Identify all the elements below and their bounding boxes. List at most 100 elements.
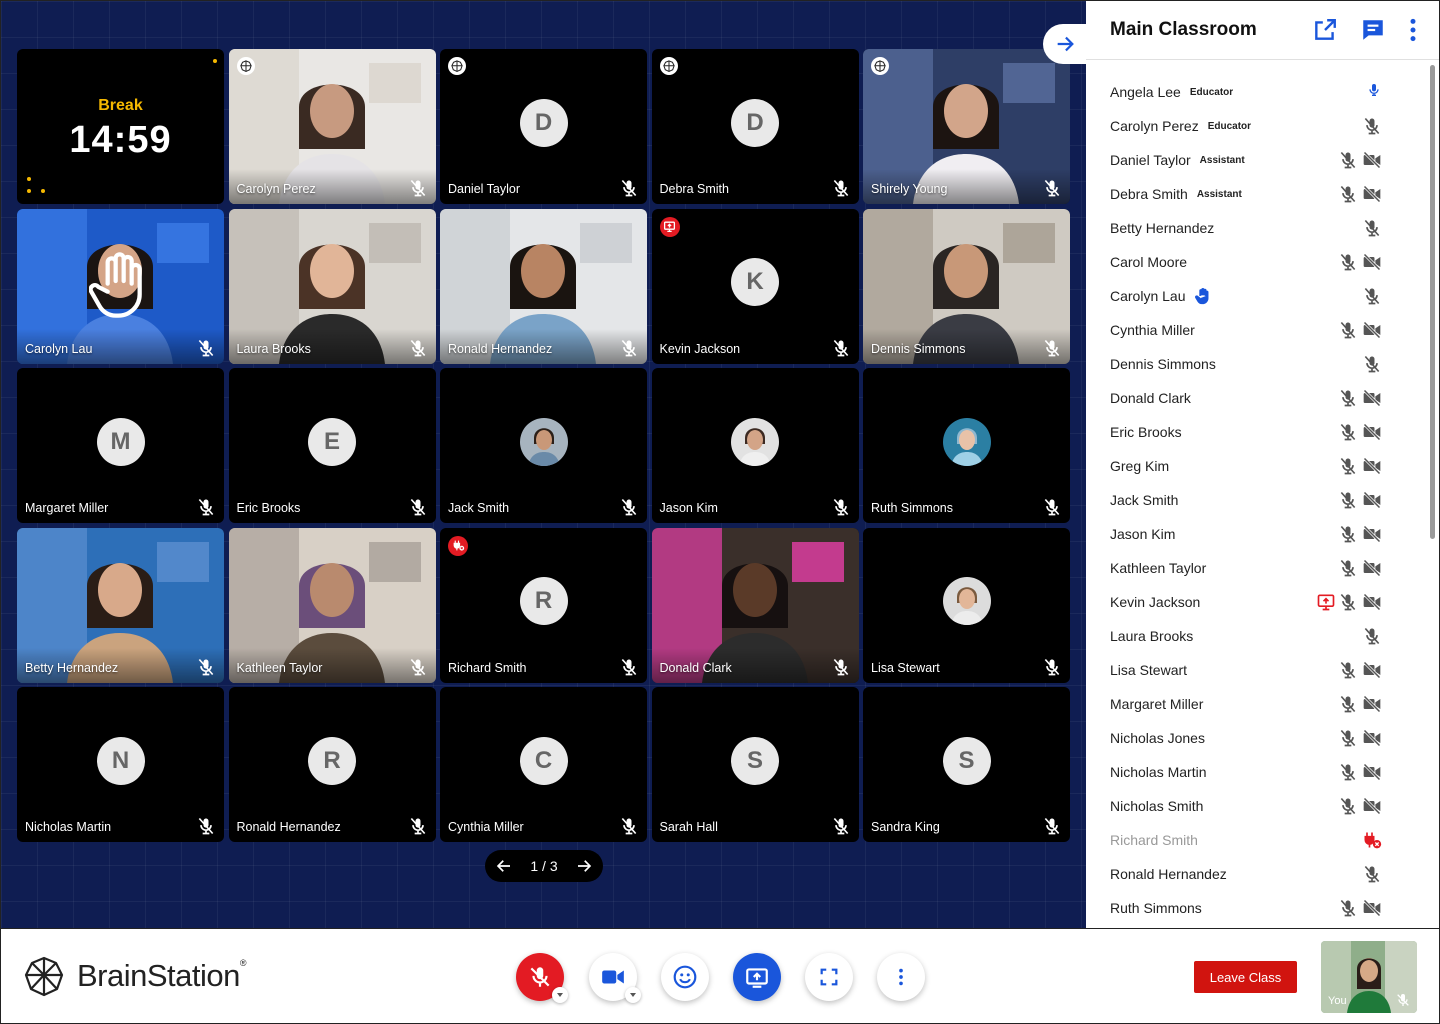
reactions-button[interactable] xyxy=(661,953,709,1001)
participant-status-cam-off xyxy=(1362,320,1382,340)
mic-off-icon xyxy=(1364,219,1380,237)
participant-row-jason-kim[interactable]: Jason Kim xyxy=(1086,517,1426,551)
video-tile-cynthia-miller[interactable]: C Cynthia Miller xyxy=(440,687,647,842)
participant-name: Sandra King xyxy=(871,820,940,834)
participant-row-lisa-stewart[interactable]: Lisa Stewart xyxy=(1086,653,1426,687)
mic-off-icon xyxy=(1364,865,1380,883)
camera-options-caret[interactable] xyxy=(625,987,641,1003)
participant-status-mic-off xyxy=(1338,796,1358,816)
mic-off-icon xyxy=(1340,457,1356,475)
video-tile-kathleen-taylor[interactable]: Kathleen Taylor xyxy=(228,527,436,683)
participant-row-carolyn-perez[interactable]: Carolyn Perez Educator xyxy=(1086,109,1426,143)
mute-button[interactable] xyxy=(516,953,568,1003)
page-indicator: 1 / 3 xyxy=(530,858,558,874)
video-tile-ruth-simmons[interactable]: Ruth Simmons xyxy=(863,368,1070,523)
more-vertical-icon[interactable] xyxy=(1400,17,1426,43)
mic-off-icon xyxy=(1340,185,1356,203)
disconnected-badge xyxy=(448,535,468,556)
participant-initial-avatar: N xyxy=(96,736,145,785)
participant-row-ronald-hernandez[interactable]: Ronald Hernandez xyxy=(1086,857,1426,891)
camera-button[interactable] xyxy=(589,953,641,1003)
tile-mic-status xyxy=(1042,338,1062,358)
video-tile-debra-smith[interactable]: D Debra Smith xyxy=(651,49,859,204)
participant-status-cam-off xyxy=(1362,422,1382,442)
participant-status-mic-off xyxy=(1338,320,1358,340)
screen-share-icon xyxy=(1317,594,1335,611)
video-tile-laura-brooks[interactable]: Laura Brooks xyxy=(228,208,436,364)
participant-row-nicholas-martin[interactable]: Nicholas Martin xyxy=(1086,755,1426,789)
fullscreen-button[interactable] xyxy=(805,953,853,1001)
video-tile-ronald-hernandez[interactable]: R Ronald Hernandez xyxy=(228,687,436,842)
participant-row-greg-kim[interactable]: Greg Kim xyxy=(1086,449,1426,483)
participant-row-nicholas-jones[interactable]: Nicholas Jones xyxy=(1086,721,1426,755)
participant-name: Angela Lee xyxy=(1110,84,1181,100)
break-timer-tile: Break 14:59 xyxy=(17,49,224,204)
video-tile-sandra-king[interactable]: S Sandra King xyxy=(863,687,1070,842)
collapse-panel-button[interactable] xyxy=(1043,24,1087,64)
video-tile-donald-clark[interactable]: Donald Clark xyxy=(651,527,859,683)
video-tile-carolyn-perez[interactable]: Carolyn Perez xyxy=(228,49,436,204)
arrow-left-icon[interactable] xyxy=(495,857,513,875)
video-tile-nicholas-martin[interactable]: N Nicholas Martin xyxy=(17,687,224,842)
participant-video-image xyxy=(228,49,436,204)
participant-row-nicholas-smith[interactable]: Nicholas Smith xyxy=(1086,789,1426,823)
screen-share-icon xyxy=(663,221,676,233)
mic-off-icon xyxy=(1044,817,1060,835)
video-tile-betty-hernandez[interactable]: Betty Hernandez xyxy=(17,527,224,683)
raised-hand-overlay xyxy=(88,249,153,321)
tile-mic-status xyxy=(408,497,428,517)
video-tile-dennis-simmons[interactable]: Dennis Simmons xyxy=(863,208,1070,364)
mic-off-icon xyxy=(1364,287,1380,305)
video-tile-richard-smith[interactable]: R Richard Smith xyxy=(440,527,647,683)
participant-row-debra-smith[interactable]: Debra Smith Assistant xyxy=(1086,177,1426,211)
participant-row-jack-smith[interactable]: Jack Smith xyxy=(1086,483,1426,517)
mic-active-icon xyxy=(1369,84,1379,96)
participant-row-ruth-simmons[interactable]: Ruth Simmons xyxy=(1086,891,1426,925)
screen-share-icon xyxy=(746,968,768,988)
participant-name: Debra Smith xyxy=(659,182,729,196)
mic-options-caret[interactable] xyxy=(552,987,568,1003)
participant-row-eric-brooks[interactable]: Eric Brooks xyxy=(1086,415,1426,449)
chat-icon[interactable] xyxy=(1360,17,1386,43)
participant-status-disconnected xyxy=(1362,830,1382,850)
video-tile-ronald-hernandez[interactable]: Ronald Hernandez xyxy=(440,208,647,364)
video-tile-sarah-hall[interactable]: S Sarah Hall xyxy=(651,687,859,842)
participant-row-carolyn-lau[interactable]: Carolyn Lau xyxy=(1086,279,1426,313)
external-link-icon[interactable] xyxy=(1312,17,1338,43)
participant-row-betty-hernandez[interactable]: Betty Hernandez xyxy=(1086,211,1426,245)
participant-row-dennis-simmons[interactable]: Dennis Simmons xyxy=(1086,347,1426,381)
participant-row-margaret-miller[interactable]: Margaret Miller xyxy=(1086,687,1426,721)
share-screen-button[interactable] xyxy=(733,953,781,1001)
participant-row-kathleen-taylor[interactable]: Kathleen Taylor xyxy=(1086,551,1426,585)
self-video-preview[interactable]: You xyxy=(1321,941,1417,1013)
video-tile-eric-brooks[interactable]: E Eric Brooks xyxy=(228,368,436,523)
participant-row-daniel-taylor[interactable]: Daniel Taylor Assistant xyxy=(1086,143,1426,177)
scrollbar[interactable] xyxy=(1430,65,1435,539)
arrow-right-icon[interactable] xyxy=(575,857,593,875)
participant-name: Lisa Stewart xyxy=(871,660,940,675)
camera-off-icon xyxy=(1363,695,1381,713)
mic-off-icon xyxy=(198,339,214,356)
participant-row-angela-lee[interactable]: Angela Lee Educator xyxy=(1086,75,1426,109)
participant-row-cynthia-miller[interactable]: Cynthia Miller xyxy=(1086,313,1426,347)
video-tile-shirely-young[interactable]: Shirely Young xyxy=(863,49,1070,204)
video-tile-carolyn-lau[interactable]: Carolyn Lau xyxy=(17,208,224,364)
participant-row-laura-brooks[interactable]: Laura Brooks xyxy=(1086,619,1426,653)
more-options-button[interactable] xyxy=(877,953,925,1001)
mic-off-icon xyxy=(1340,593,1356,611)
participant-initial-avatar: C xyxy=(519,736,568,785)
leave-class-button[interactable]: Leave Class xyxy=(1194,961,1297,993)
participant-row-donald-clark[interactable]: Donald Clark xyxy=(1086,381,1426,415)
video-tile-jason-kim[interactable]: Jason Kim xyxy=(651,368,859,523)
video-tile-jack-smith[interactable]: Jack Smith xyxy=(440,368,647,523)
mic-off-icon xyxy=(621,817,637,835)
participant-row-kevin-jackson[interactable]: Kevin Jackson xyxy=(1086,585,1426,619)
participant-row-carol-moore[interactable]: Carol Moore xyxy=(1086,245,1426,279)
video-tile-kevin-jackson[interactable]: K Kevin Jackson xyxy=(651,208,859,364)
participant-name: Cynthia Miller xyxy=(448,820,524,834)
tile-mic-status xyxy=(619,497,639,517)
video-tile-lisa-stewart[interactable]: Lisa Stewart xyxy=(863,527,1070,683)
participant-row-richard-smith[interactable]: Richard Smith xyxy=(1086,823,1426,857)
video-tile-daniel-taylor[interactable]: D Daniel Taylor xyxy=(440,49,647,204)
video-tile-margaret-miller[interactable]: M Margaret Miller xyxy=(17,368,224,523)
